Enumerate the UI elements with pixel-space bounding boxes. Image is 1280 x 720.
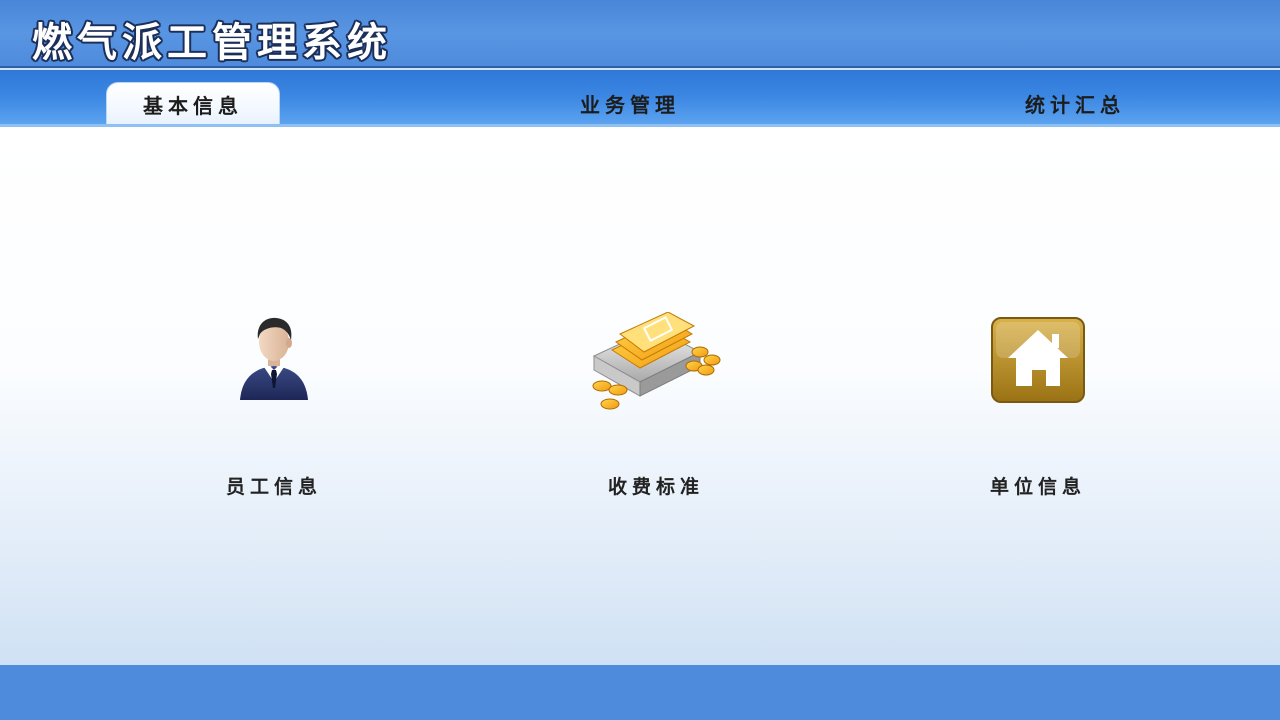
module-fee-standard-label: 收费标准	[607, 476, 704, 498]
footer-bar	[0, 665, 1280, 720]
module-unit-info-label: 单位信息	[989, 476, 1086, 498]
tab-statistics-summary[interactable]: 统计汇总	[985, 82, 1165, 128]
main-content: 员工信息 收费标准 单位信息	[0, 127, 1280, 665]
title-bar: 燃气派工管理系统	[0, 0, 1280, 66]
tab-bar: 基本信息 业务管理 统计汇总	[0, 70, 1280, 129]
module-employee-info[interactable]: 员工信息	[144, 312, 404, 532]
tab-basic-info[interactable]: 基本信息	[106, 82, 280, 129]
module-unit-info[interactable]: 单位信息	[908, 312, 1168, 532]
money-stack-icon[interactable]	[584, 311, 728, 416]
app-title: 燃气派工管理系统	[32, 20, 392, 66]
tab-business-management[interactable]: 业务管理	[540, 82, 720, 128]
home-icon[interactable]	[988, 312, 1088, 404]
employee-icon[interactable]	[234, 312, 314, 404]
module-employee-info-label: 员工信息	[225, 476, 322, 498]
module-fee-standard[interactable]: 收费标准	[526, 311, 786, 532]
